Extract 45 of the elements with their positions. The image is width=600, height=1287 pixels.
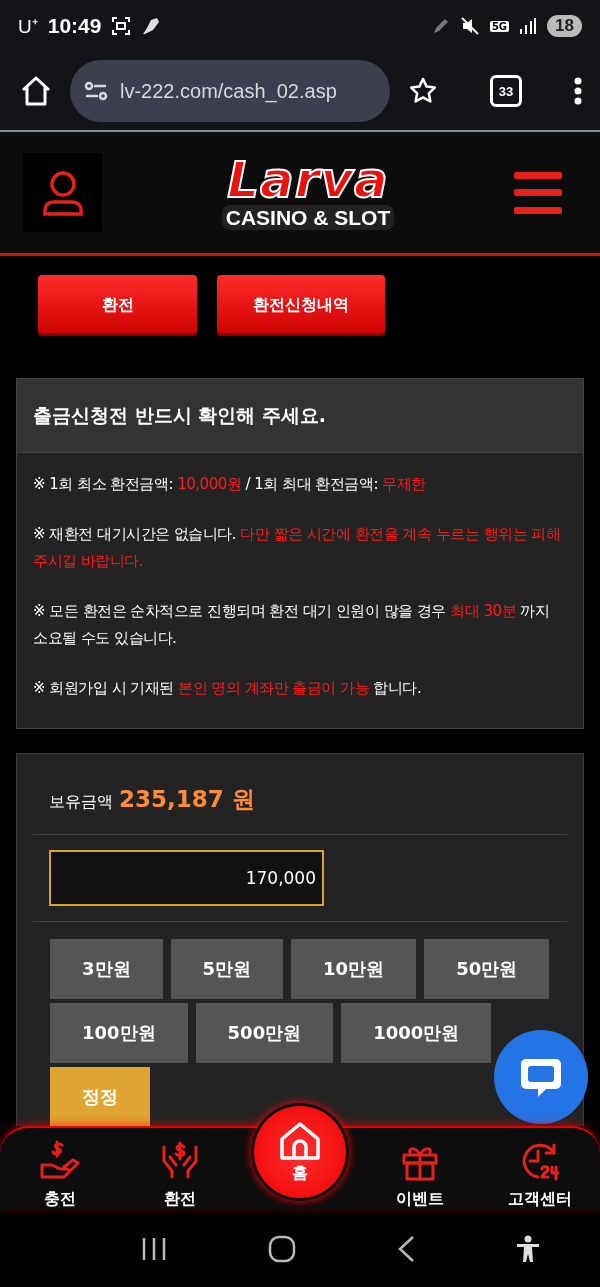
tab-count[interactable]: 33 [490,75,522,107]
balance-value: 235,187 원 [119,785,255,814]
tune-icon[interactable] [84,81,108,101]
logo-subtitle: CASINO & SLOT [221,204,395,231]
notice-text: ※ 재환전 대기시간은 없습니다. 다만 짧은 시간에 환전을 계속 누르는 행위는 피해주시길 바랍니다. [33,524,562,572]
amount-button[interactable]: 5만원 [170,939,284,999]
notice-text: ※ 모든 환전은 순차적으로 진행되며 환전 대기 인원이 많을 경우 최대 30분 까지 소요될 수도 있습니다. [33,601,551,649]
user-button[interactable] [23,153,102,232]
accessibility-icon[interactable] [515,1234,540,1263]
amount-input[interactable]: 170,000 [49,850,324,906]
menu-icon[interactable] [514,171,562,214]
network-label: 5G [489,20,510,32]
nav-item[interactable]: 환전 [120,1128,240,1220]
amount-button[interactable]: 100만원 [50,1003,188,1063]
more-icon[interactable] [574,77,582,105]
back-icon[interactable] [396,1235,415,1262]
nav-item[interactable]: 이벤트 [360,1128,480,1220]
nav-item[interactable]: 고객센터 [480,1128,600,1220]
amount-button[interactable]: 1000만원 [341,1003,492,1063]
tab-button[interactable]: 환전 [38,275,197,336]
nav-item[interactable]: 충전 [0,1128,120,1220]
user-icon [40,169,85,216]
logo-title: Larva [227,154,389,205]
notice-title: 출금신청전 반드시 확인해 주세요. [33,402,327,428]
house-icon [278,1120,322,1161]
carrier-label: U⁺ [18,15,38,39]
address-bar[interactable]: lv-222.com/cash_02.asp [70,60,390,122]
amount-button[interactable]: 3만원 [50,939,163,999]
notice-text: ※ 1회 최소 환전금액: 10,000원 / 1회 최대 환전금액: 무제한 [33,474,427,495]
clock-time: 10:49 [47,14,102,38]
notice-text: ※ 회원가입 시 기재된 본인 명의 계좌만 출금이 가능 합니다. [33,678,423,699]
pencil-icon [431,17,450,35]
home-icon[interactable] [20,75,52,107]
balance-label: 보유금액 [49,792,113,813]
tab-button[interactable]: 환전신청내역 [217,275,385,336]
battery-level: 18 [547,15,582,37]
recents-icon[interactable] [140,1236,167,1261]
amount-button[interactable]: 50만원 [424,939,550,999]
star-icon[interactable] [408,76,438,106]
home-nav-button[interactable]: 홈 [254,1106,346,1198]
mute-icon [459,16,480,36]
amount-button[interactable]: 500만원 [195,1003,334,1063]
screenshot-icon [111,16,132,36]
signal-icon [519,17,538,35]
amount-button[interactable]: 10만원 [291,939,417,999]
